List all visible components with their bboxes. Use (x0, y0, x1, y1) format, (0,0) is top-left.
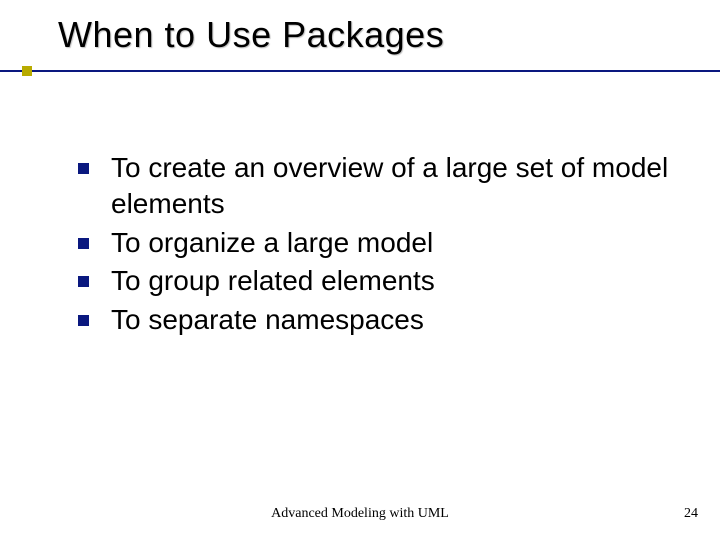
page-number: 24 (684, 506, 698, 522)
slide-title: When to Use Packages (58, 14, 700, 56)
bullet-square-icon (78, 276, 89, 287)
rule-line (0, 70, 720, 72)
slide: When to Use Packages To create an overvi… (0, 0, 720, 540)
title-area: When to Use Packages (58, 14, 700, 56)
list-item-text: To create an overview of a large set of … (111, 150, 670, 223)
title-rule (0, 66, 720, 78)
bullet-square-icon (78, 315, 89, 326)
bullet-square-icon (78, 238, 89, 249)
list-item-text: To group related elements (111, 263, 670, 299)
list-item: To separate namespaces (78, 302, 670, 338)
bullet-square-icon (78, 163, 89, 174)
footer: Advanced Modeling with UML 24 (0, 506, 720, 526)
list-item-text: To separate namespaces (111, 302, 670, 338)
list-item-text: To organize a large model (111, 225, 670, 261)
rule-accent-square (22, 66, 32, 76)
bullet-list: To create an overview of a large set of … (78, 150, 670, 340)
list-item: To group related elements (78, 263, 670, 299)
list-item: To organize a large model (78, 225, 670, 261)
list-item: To create an overview of a large set of … (78, 150, 670, 223)
footer-text: Advanced Modeling with UML (0, 506, 720, 522)
